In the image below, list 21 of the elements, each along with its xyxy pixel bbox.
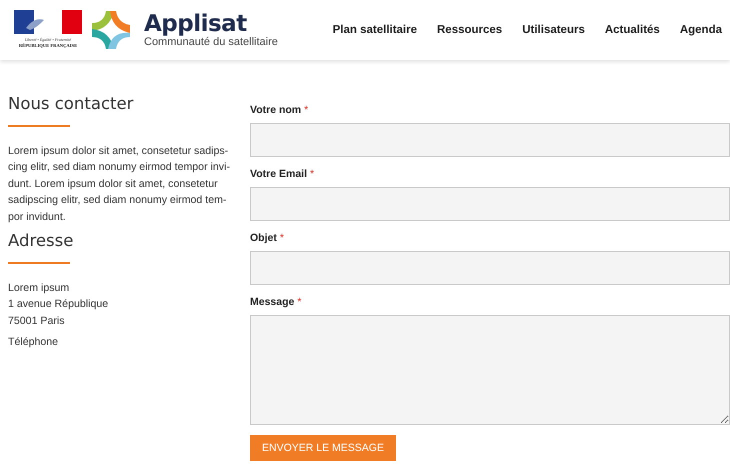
nav-link[interactable]: Utilisateurs <box>522 24 585 36</box>
nav-link[interactable]: Actualités <box>604 24 660 36</box>
section-heading: Nous contacter <box>8 94 134 113</box>
intro-paragraph: Lorem ipsum dolor sit amet, consetetur sadips- cing elitr, sed diam nonumy eirmod tempor invi- dunt. Lorem ipsum dolor sit amet, consetetur sadipscing elitr, sed diam nonumy eirmod tem- por invidunt. <box>8 144 231 225</box>
address-text: Lorem ipsum 1 avenue République 75001 Paris <box>8 281 110 329</box>
field-label: Votre nom * <box>250 104 310 117</box>
marianne-flag-icon <box>14 10 82 34</box>
nav-link[interactable]: Agenda <box>680 24 722 36</box>
input-field[interactable] <box>250 251 730 285</box>
site-title: Applisat <box>144 12 248 36</box>
nav-link[interactable]: Plan satellitaire <box>332 24 417 36</box>
input-field[interactable] <box>250 123 730 157</box>
site-subtitle: Communauté du satellitaire <box>144 36 278 48</box>
field-label: Votre Email * <box>250 168 316 181</box>
section-heading: Adresse <box>8 231 74 250</box>
message-field[interactable] <box>250 315 730 425</box>
field-label: Message * <box>250 296 302 309</box>
phone-label: Téléphone <box>8 336 60 348</box>
input-field[interactable] <box>250 187 730 221</box>
field-label: Objet * <box>250 232 285 245</box>
nav-link[interactable]: Ressources <box>437 24 502 36</box>
